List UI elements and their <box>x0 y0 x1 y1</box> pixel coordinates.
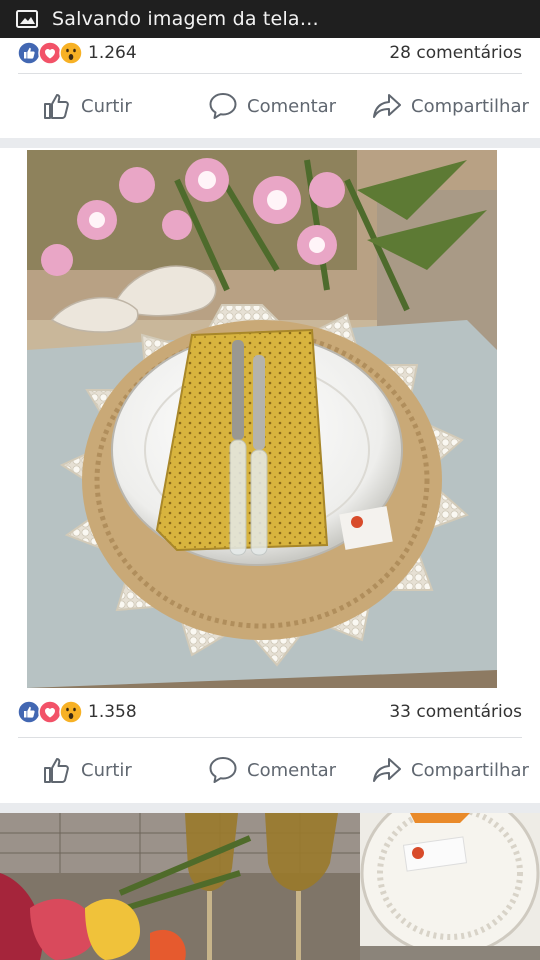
thumbs-up-icon <box>44 94 69 119</box>
place-setting-image <box>27 150 497 688</box>
status-text: Salvando imagem da tela… <box>52 8 319 30</box>
reactions-bar[interactable]: 1.358 33 comentários <box>0 697 540 727</box>
like-button[interactable]: Curtir <box>41 748 132 792</box>
reactions-count: 1.264 <box>88 43 137 63</box>
glasses-flowers-image <box>0 813 540 960</box>
post-2: 1.358 33 comentários Curtir Comentar Com… <box>0 148 540 803</box>
like-label: Curtir <box>81 759 132 781</box>
share-label: Compartilhar <box>411 95 529 117</box>
share-arrow-icon <box>373 758 401 782</box>
comment-button[interactable]: Comentar <box>207 748 336 792</box>
reaction-icons <box>17 41 83 65</box>
divider <box>18 73 522 74</box>
comment-button[interactable]: Comentar <box>207 84 336 128</box>
comments-count-link[interactable]: 33 comentários <box>389 702 522 722</box>
share-arrow-icon <box>373 94 401 118</box>
post-3 <box>0 813 540 960</box>
image-icon <box>16 10 38 28</box>
comment-label: Comentar <box>247 95 337 117</box>
post-1: 1.264 28 comentários Curtir Comentar Com… <box>0 38 540 138</box>
wow-reaction-icon <box>59 41 83 65</box>
share-button[interactable]: Compartilhar <box>371 84 529 128</box>
comment-label: Comentar <box>247 759 337 781</box>
post-actions: Curtir Comentar Compartilhar <box>0 748 540 792</box>
post-actions: Curtir Comentar Compartilhar <box>0 84 540 128</box>
like-button[interactable]: Curtir <box>41 84 132 128</box>
like-label: Curtir <box>81 95 132 117</box>
post-photo[interactable] <box>0 813 540 960</box>
thumbs-up-icon <box>44 758 69 783</box>
comment-bubble-icon <box>209 93 237 119</box>
share-label: Compartilhar <box>411 759 529 781</box>
reactions-bar[interactable]: 1.264 28 comentários <box>0 38 540 68</box>
divider <box>18 737 522 738</box>
comments-count-link[interactable]: 28 comentários <box>389 43 522 63</box>
status-bar: Salvando imagem da tela… <box>0 0 540 38</box>
comment-bubble-icon <box>209 757 237 783</box>
share-button[interactable]: Compartilhar <box>371 748 529 792</box>
wow-reaction-icon <box>59 700 83 724</box>
reaction-icons <box>17 700 83 724</box>
reactions-count: 1.358 <box>88 702 137 722</box>
post-photo[interactable] <box>27 150 497 688</box>
